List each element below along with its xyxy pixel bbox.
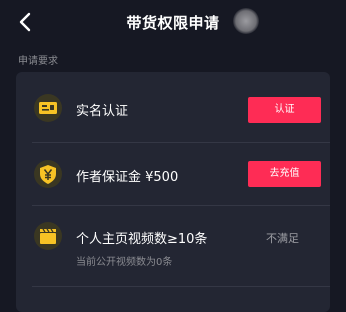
page-title: 带货权限申请 (126, 14, 220, 32)
requirement-row-video-count: 个人主页视频数≥10条 不满足 当前公开视频数为0条 (16, 206, 330, 286)
yen-shield-icon (34, 160, 62, 188)
requirement-label: 个人主页视频数≥10条 (76, 232, 208, 247)
requirement-row-real-name: 实名认证 认证 (16, 72, 330, 142)
loading-spinner-icon (233, 8, 259, 34)
id-card-icon (34, 94, 62, 122)
verify-button[interactable]: 认证 (248, 97, 321, 123)
requirement-sub-label: 当前公开视频数为0条 (76, 257, 173, 268)
requirement-label: 实名认证 (76, 104, 129, 119)
requirements-card: 实名认证 认证 作者保证金 ¥500 去充值 个人主页视频数≥10条 不满足 当… (16, 72, 330, 312)
divider (32, 286, 330, 287)
section-label: 申请要求 (18, 56, 58, 67)
top-bar: 带货权限申请 (0, 0, 346, 42)
status-not-met: 不满足 (266, 232, 299, 245)
recharge-button[interactable]: 去充值 (248, 161, 321, 187)
requirement-row-deposit: 作者保证金 ¥500 去充值 (16, 143, 330, 205)
video-clapper-icon (34, 222, 62, 250)
requirement-label: 作者保证金 ¥500 (76, 170, 179, 185)
